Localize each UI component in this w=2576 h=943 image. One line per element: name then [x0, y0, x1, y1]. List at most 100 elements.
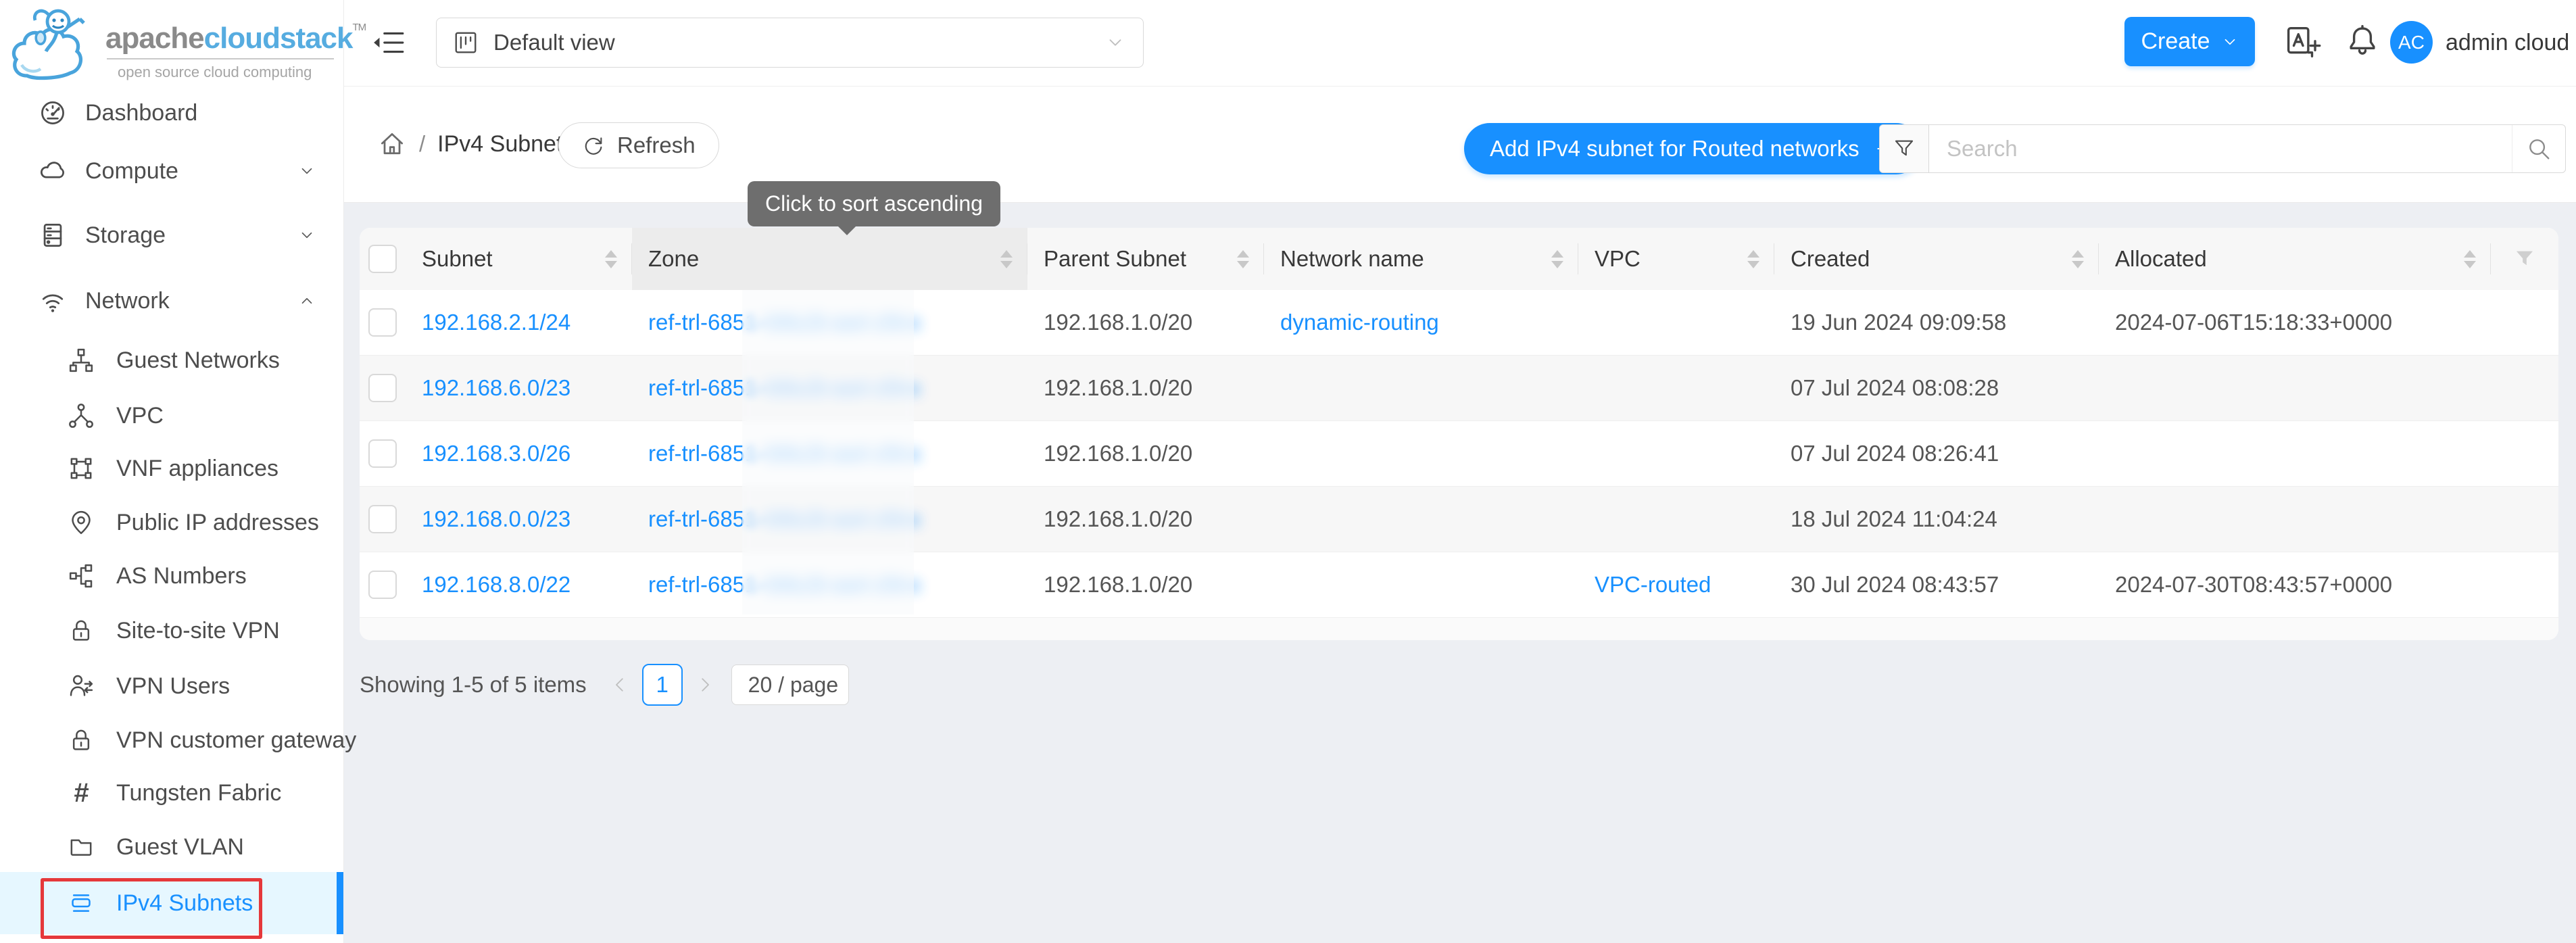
- table-row[interactable]: 192.168.0.0/23 ref-trl-6851-kMu3t-awl-z9…: [360, 487, 2558, 552]
- sidebar-item-tungsten-fabric[interactable]: # Tungsten Fabric: [0, 766, 343, 820]
- sidebar-item-site-to-site-vpn[interactable]: Site-to-site VPN: [0, 604, 343, 658]
- table-row[interactable]: 192.168.6.0/23 ref-trl-6851-kMu3t-awl-z9…: [360, 356, 2558, 421]
- zone-link[interactable]: ref-trl-6851-kMu3t-awl-z9nx: [648, 506, 921, 532]
- chevron-left-icon[interactable]: [610, 675, 630, 695]
- chevron-down-icon: [1105, 32, 1125, 53]
- created-value: 30 Jul 2024 08:43:57: [1791, 572, 1999, 598]
- row-checkbox[interactable]: [368, 308, 397, 337]
- parent-subnet-value: 192.168.1.0/20: [1044, 441, 1192, 466]
- zone-link[interactable]: ref-trl-6851-kMu3t-awl-z9nx: [648, 441, 921, 466]
- subnet-link[interactable]: 192.168.0.0/23: [422, 506, 570, 532]
- column-header-subnet[interactable]: Subnet: [406, 228, 632, 290]
- wifi-icon: [38, 286, 68, 316]
- column-header-allocated[interactable]: Allocated: [2099, 228, 2491, 290]
- zone-link[interactable]: ref-trl-6851-kMu3t-awl-z9nx: [648, 375, 921, 401]
- sidebar-item-storage[interactable]: Storage: [0, 206, 343, 264]
- search-filter-addon[interactable]: [1880, 125, 1929, 172]
- sidebar-item-compute[interactable]: Compute: [0, 142, 343, 200]
- redacted-text: kMu3t-awl-z9nx: [764, 310, 921, 335]
- row-checkbox[interactable]: [368, 571, 397, 599]
- subnet-link[interactable]: 192.168.3.0/26: [422, 441, 570, 466]
- column-header-network-name[interactable]: Network name: [1264, 228, 1578, 290]
- view-select[interactable]: Default view: [436, 18, 1144, 68]
- sidebar-item-vnf-appliances[interactable]: VNF appliances: [0, 441, 343, 495]
- search-box: [1879, 124, 2566, 173]
- row-checkbox[interactable]: [368, 439, 397, 468]
- zone-link[interactable]: ref-trl-6851-kMu3t-awl-z9nx: [648, 310, 921, 335]
- select-all-cell: [360, 228, 406, 290]
- subnet-link[interactable]: 192.168.2.1/24: [422, 310, 570, 335]
- vpc-link[interactable]: VPC-routed: [1595, 572, 1711, 598]
- column-header-created[interactable]: Created: [1774, 228, 2099, 290]
- sidebar-item-guest-vlan[interactable]: Guest VLAN: [0, 820, 343, 874]
- sidebar-item-vpn-users[interactable]: VPN Users: [0, 659, 343, 713]
- create-button[interactable]: Create: [2124, 17, 2255, 66]
- redacted-text: kMu3t-awl-z9nx: [764, 572, 921, 597]
- share-icon: [68, 402, 95, 429]
- row-checkbox[interactable]: [368, 374, 397, 402]
- column-header-vpc[interactable]: VPC: [1578, 228, 1774, 290]
- page-size-select[interactable]: 20 / page: [731, 664, 849, 705]
- subnet-link[interactable]: 192.168.6.0/23: [422, 375, 570, 401]
- sidebar-item-network[interactable]: Network: [0, 272, 343, 330]
- search-icon: [2526, 136, 2552, 162]
- row-checkbox[interactable]: [368, 505, 397, 533]
- created-value: 07 Jul 2024 08:08:28: [1791, 375, 1999, 401]
- select-all-checkbox[interactable]: [368, 245, 397, 273]
- storage-icon: [38, 220, 68, 250]
- sidebar-item-dashboard[interactable]: Dashboard: [0, 84, 343, 142]
- sorter-icon: [1000, 250, 1013, 268]
- home-icon[interactable]: [377, 129, 407, 159]
- search-input[interactable]: [1929, 125, 2512, 172]
- redacted-text: kMu3t-awl-z9nx: [764, 375, 921, 400]
- row-checkbox-cell: [360, 421, 406, 486]
- search-submit[interactable]: [2512, 125, 2565, 172]
- user-swap-icon: [68, 673, 95, 700]
- sidebar-item-vpc[interactable]: VPC: [0, 389, 343, 443]
- cloud-icon: [38, 156, 68, 186]
- row-checkbox-cell: [360, 290, 406, 355]
- zone-link[interactable]: ref-trl-6851-kMu3t-awl-z9nx: [648, 572, 921, 598]
- translate-icon[interactable]: [2285, 24, 2321, 61]
- sidebar-item-public-ip[interactable]: Public IP addresses: [0, 495, 343, 550]
- sidebar-item-as-numbers[interactable]: AS Numbers: [0, 549, 343, 603]
- table-row[interactable]: 192.168.8.0/22 ref-trl-6851-kMu3t-awl-z9…: [360, 552, 2558, 618]
- allocated-value: 2024-07-06T15:18:33+0000: [2115, 310, 2392, 335]
- parent-subnet-value: 192.168.1.0/20: [1044, 572, 1192, 598]
- allocated-value: 2024-07-30T08:43:57+0000: [2115, 572, 2392, 598]
- monkey-cloud-logo-icon: [8, 5, 103, 84]
- column-header-parent-subnet[interactable]: Parent Subnet: [1027, 228, 1264, 290]
- menu-fold-icon[interactable]: [372, 26, 406, 59]
- folder-icon: [68, 833, 95, 861]
- table-row[interactable]: 192.168.3.0/26 ref-trl-6851-kMu3t-awl-z9…: [360, 421, 2558, 487]
- sidebar-item-vpn-customer-gateway[interactable]: VPN customer gateway: [0, 713, 343, 767]
- user-avatar[interactable]: AC: [2390, 21, 2433, 64]
- chevron-right-icon[interactable]: [695, 675, 715, 695]
- lock-icon: [68, 727, 95, 754]
- subnet-link[interactable]: 192.168.8.0/22: [422, 572, 570, 598]
- row-checkbox-cell: [360, 552, 406, 617]
- add-ipv4-subnet-button[interactable]: Add IPv4 subnet for Routed networks: [1464, 123, 1922, 174]
- cloudstack-logo[interactable]: apachecloudstackTM open source cloud com…: [4, 4, 342, 84]
- table-header-row: Subnet Zone Parent Subnet Network name V…: [360, 228, 2558, 290]
- network-name-link[interactable]: dynamic-routing: [1280, 310, 1439, 335]
- created-value: 07 Jul 2024 08:26:41: [1791, 441, 1999, 466]
- column-header-zone[interactable]: Zone: [632, 228, 1027, 290]
- reload-icon: [582, 134, 605, 157]
- sorter-icon: [2072, 250, 2084, 268]
- cluster-icon: [68, 562, 95, 589]
- funnel-icon: [2513, 247, 2536, 270]
- table-row[interactable]: 192.168.2.1/24 ref-trl-6851-kMu3t-awl-z9…: [360, 290, 2558, 356]
- sidebar-item-guest-networks[interactable]: Guest Networks: [0, 333, 343, 387]
- parent-subnet-value: 192.168.1.0/20: [1044, 375, 1192, 401]
- notifications-bell-icon[interactable]: [2344, 22, 2381, 59]
- table-filter-cell[interactable]: [2491, 228, 2558, 290]
- refresh-button[interactable]: Refresh: [558, 122, 719, 168]
- page-number-button[interactable]: 1: [642, 664, 683, 706]
- sorter-icon: [2464, 250, 2476, 268]
- parent-subnet-value: 192.168.1.0/20: [1044, 310, 1192, 335]
- created-value: 18 Jul 2024 11:04:24: [1791, 506, 1997, 532]
- app-window: apachecloudstackTM open source cloud com…: [0, 0, 2576, 943]
- chevron-down-icon: [292, 162, 322, 180]
- user-menu[interactable]: admin cloud: [2446, 0, 2569, 86]
